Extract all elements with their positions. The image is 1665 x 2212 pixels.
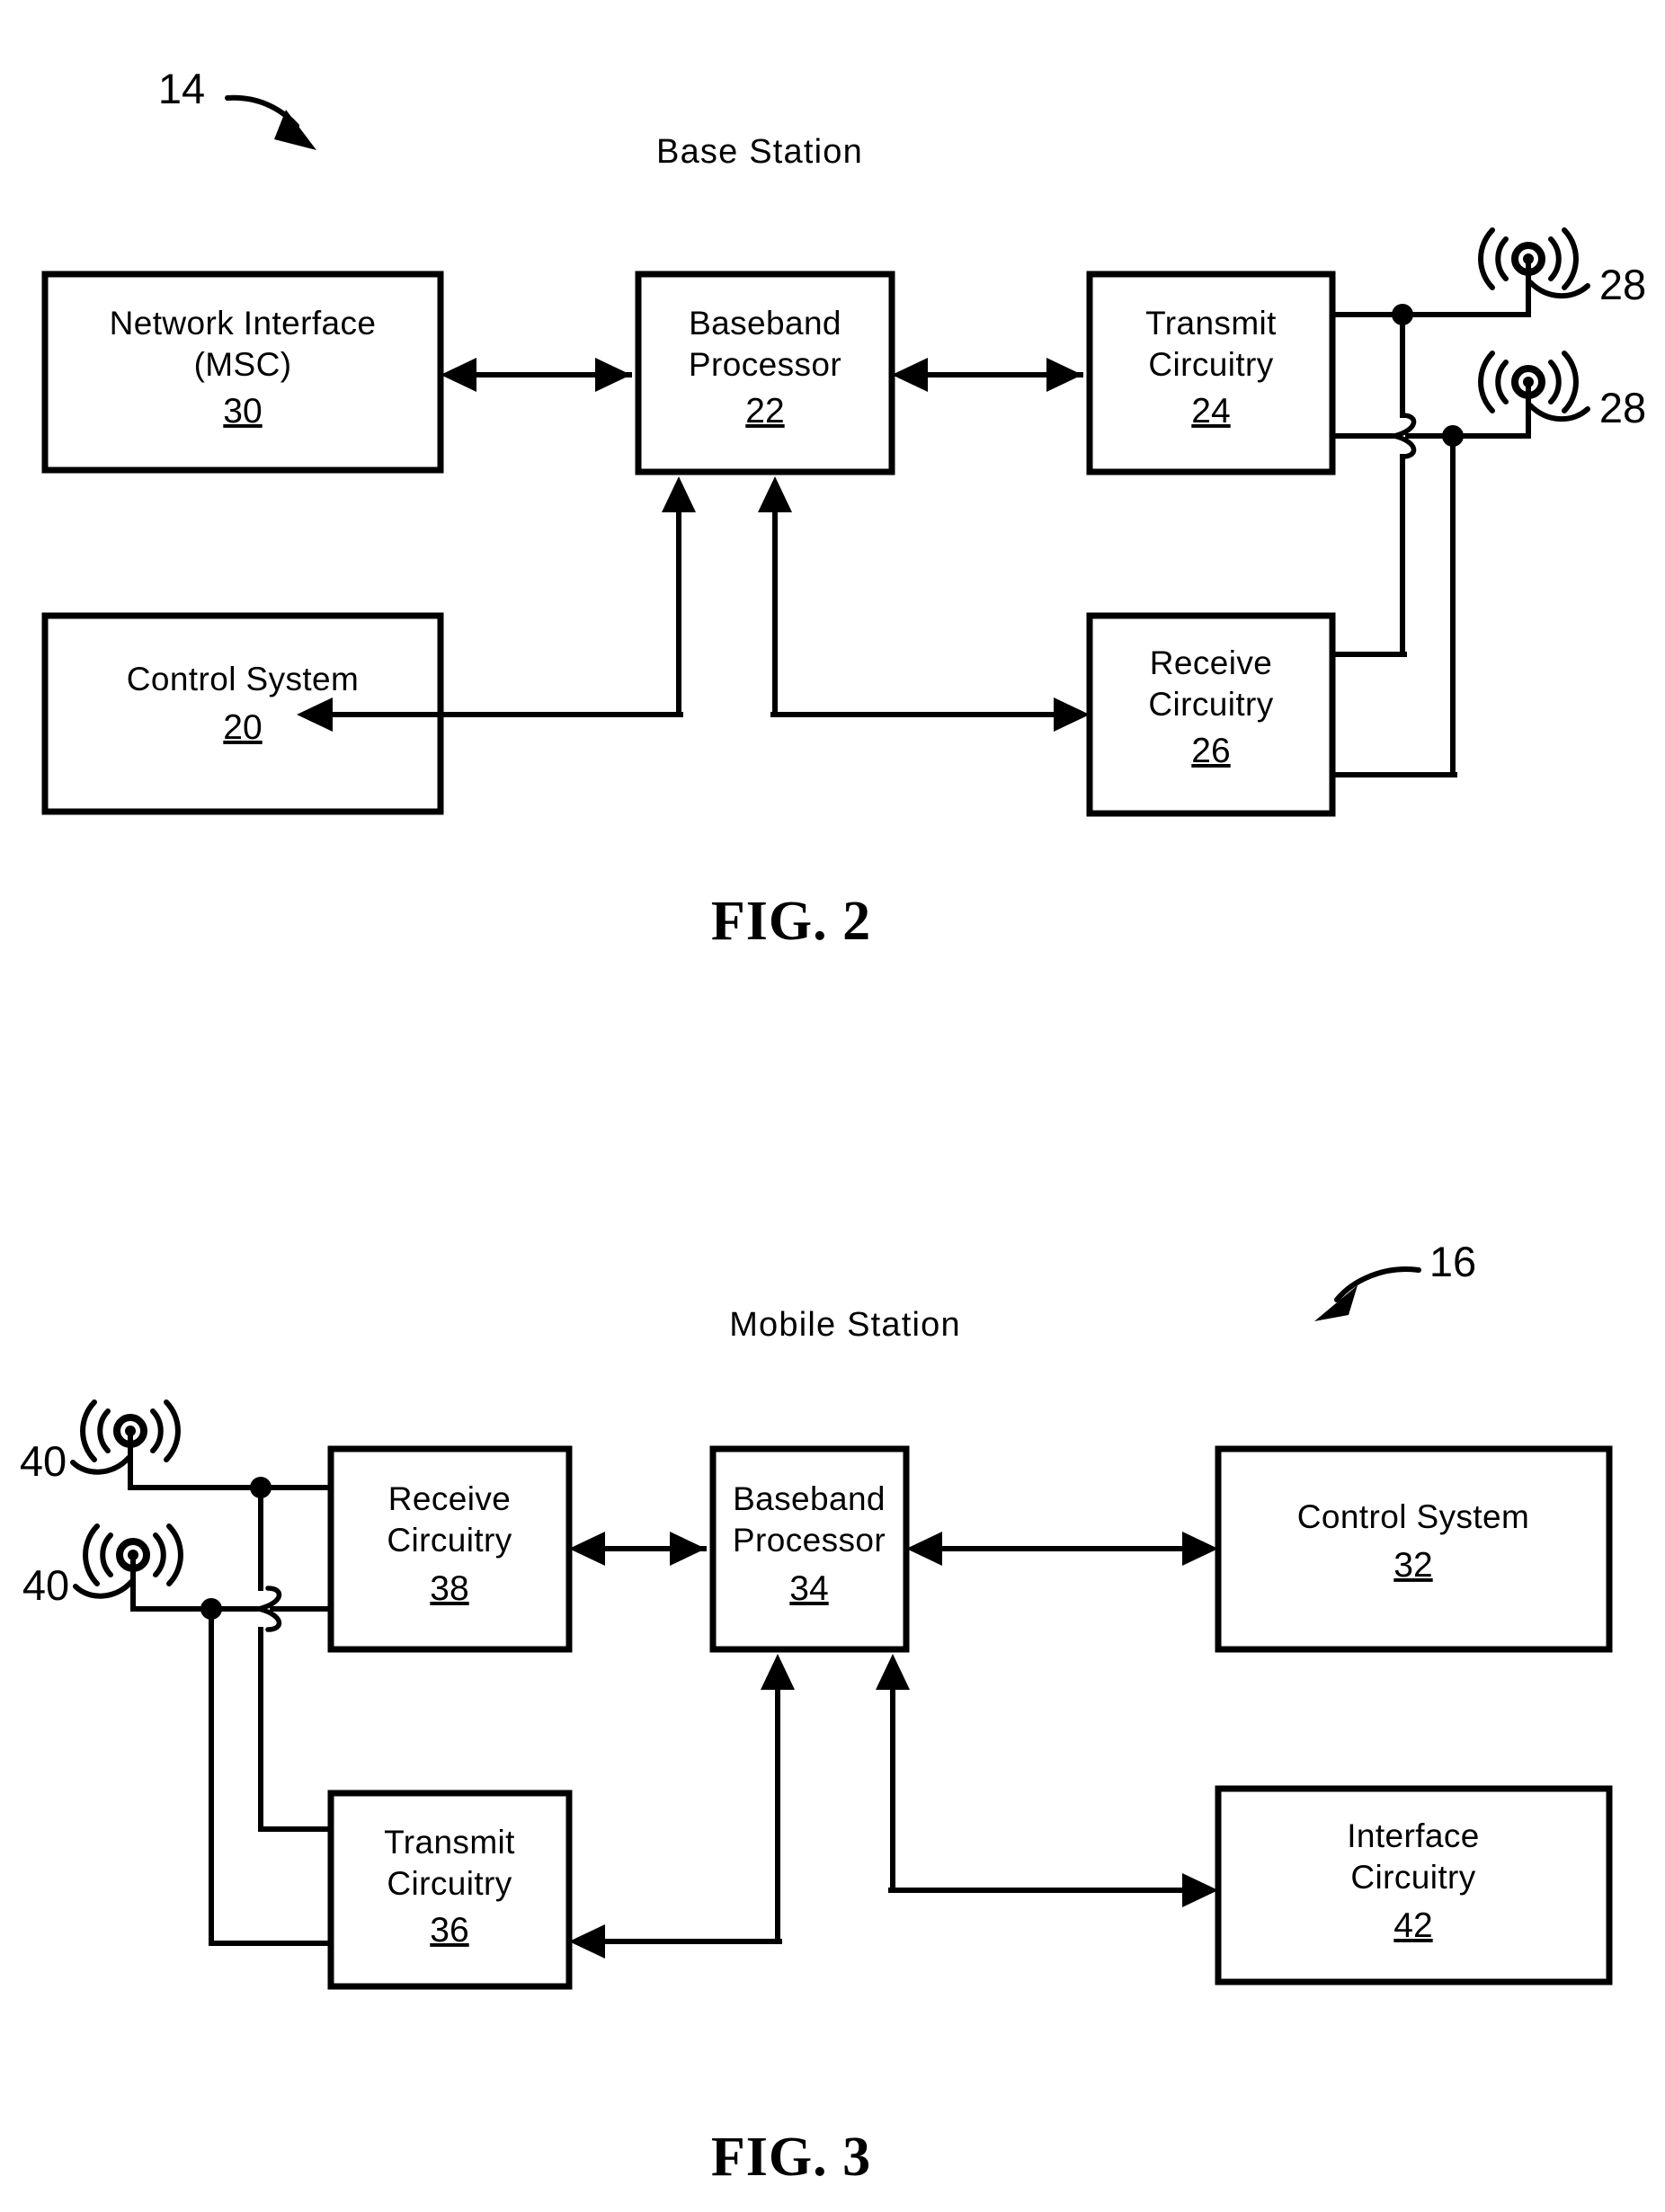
block-receive-circuitry-bs-number: 26 [1191,732,1230,770]
block-control-system-ms: Control System 32 [1215,1445,1613,1653]
antenna-icon-28-top [1478,227,1579,317]
figure-2-title: Base Station [656,133,863,171]
block-control-system-ms-line1: Control System [1297,1498,1530,1535]
arrowhead-to-baseband-left [595,358,631,392]
block-network-interface-line1: Network Interface [110,305,377,342]
connector-ni-to-baseband [441,358,632,392]
ref-leader-14-arrowhead [274,110,316,150]
block-interface-circuitry-ms-line2: Circuitry [1350,1859,1475,1896]
arrowhead-to-transmit [1046,358,1082,392]
block-control-system-ms-number: 32 [1393,1546,1432,1585]
ref-numeral-28-top: 28 [1599,261,1646,308]
rf-wiring-bs: 28 28 [1330,227,1646,777]
block-transmit-circuitry-ms-line2: Circuitry [387,1865,512,1902]
block-network-interface: Network Interface (MSC) 30 [41,271,444,474]
block-transmit-circuitry-ms-line1: Transmit [384,1824,515,1861]
ref-leader-16-arrowhead [1314,1285,1358,1321]
block-baseband-processor-bs-number: 22 [745,392,784,431]
arrowhead-to-network-interface [441,358,476,392]
figure-3: 16 Mobile Station Receive Circuitry 38 B… [20,1238,1613,2188]
block-receive-circuitry-bs-line1: Receive [1150,644,1272,681]
figure-2-caption: FIG. 2 [711,891,871,952]
connector-baseband-to-transmit-ms [569,1654,795,1959]
block-baseband-processor-bs-line1: Baseband [689,305,841,342]
figure-3-caption: FIG. 3 [711,2127,871,2188]
block-receive-circuitry-ms-line1: Receive [388,1480,511,1517]
block-network-interface-line2: (MSC) [194,346,292,383]
block-baseband-processor-ms-number: 34 [789,1569,828,1608]
arrowhead-to-baseband-bottom-left [662,476,696,512]
arrowhead-to-baseband-ms-right [906,1532,942,1566]
block-receive-circuitry-ms: Receive Circuitry 38 [327,1445,573,1653]
antenna-icon-40-top [80,1399,181,1490]
connector-baseband-to-interface-ms [876,1654,1218,1907]
ref-numeral-14: 14 [158,65,205,112]
block-control-system-bs-line1: Control System [127,661,360,697]
ref-leader-28-bottom [1527,403,1590,422]
arrowhead-to-receive-ms [569,1532,605,1566]
block-baseband-processor-bs: Baseband Processor 22 [635,271,895,475]
ref-leader-28-top [1527,280,1590,299]
arrowhead-to-baseband-ms-left [670,1532,706,1566]
junction-dot-top [1392,304,1413,325]
block-receive-circuitry-ms-line2: Circuitry [387,1522,512,1559]
block-transmit-circuitry-bs-line1: Transmit [1145,305,1277,342]
connector-receive-to-baseband-ms [569,1532,707,1566]
block-baseband-processor-ms-line1: Baseband [733,1480,886,1517]
ref-numeral-40-top: 40 [20,1437,67,1485]
block-interface-circuitry-ms-number: 42 [1393,1906,1432,1945]
figure-canvas: 14 Base Station Network Interface (MSC) … [20,65,1646,2188]
ref-leader-40-top [70,1455,131,1475]
block-network-interface-number: 30 [223,392,262,431]
ref-numeral-40-bottom: 40 [22,1561,69,1609]
connector-baseband-to-control-ms [906,1532,1218,1566]
arrowhead-to-baseband-bottom-right [758,476,792,512]
block-baseband-processor-ms-line2: Processor [733,1522,886,1559]
arrowhead-to-control-system-ms [1182,1532,1218,1566]
block-interface-circuitry-ms: Interface Circuitry 42 [1215,1785,1613,1985]
arrowhead-to-baseband-right [892,358,928,392]
antenna-icon-28-bottom [1478,351,1579,439]
arrowhead-to-receive-circuitry [1054,697,1090,732]
junction-dot-ms-bottom [200,1598,222,1620]
patent-drawing-sheet: 14 Base Station Network Interface (MSC) … [0,0,1665,2212]
ref-numeral-16: 16 [1429,1238,1476,1285]
block-transmit-circuitry-ms-number: 36 [430,1911,468,1950]
arrowhead-to-baseband-ms-bottom-left [761,1654,795,1690]
block-receive-circuitry-ms-number: 38 [430,1569,468,1608]
ref-numeral-28-bottom: 28 [1599,384,1646,431]
block-transmit-circuitry-bs-number: 24 [1191,392,1230,431]
arrowhead-to-baseband-ms-bottom-right [876,1654,910,1690]
figure-3-title: Mobile Station [729,1306,961,1344]
block-interface-circuitry-ms-line1: Interface [1347,1817,1480,1854]
connector-baseband-to-transmit [892,358,1083,392]
block-baseband-processor-ms: Baseband Processor 34 [709,1445,910,1653]
figure-2: 14 Base Station Network Interface (MSC) … [41,65,1646,952]
junction-dot-bottom [1442,425,1464,447]
block-receive-circuitry-bs: Receive Circuitry 26 [1086,612,1336,817]
ref-leader-40-bottom [73,1579,134,1599]
block-control-system-bs-number: 20 [223,708,262,747]
arrowhead-to-transmit-ms [569,1924,605,1959]
connector-receive-to-baseband [758,476,1090,732]
junction-dot-ms-top [250,1477,272,1498]
block-receive-circuitry-bs-line2: Circuitry [1148,686,1273,723]
arrowhead-to-interface-circuitry [1182,1873,1218,1907]
block-transmit-circuitry-bs: Transmit Circuitry 24 [1086,271,1336,475]
block-transmit-circuitry-ms: Transmit Circuitry 36 [327,1790,573,1990]
block-baseband-processor-bs-line2: Processor [689,346,841,383]
block-transmit-circuitry-bs-line2: Circuitry [1148,346,1273,383]
